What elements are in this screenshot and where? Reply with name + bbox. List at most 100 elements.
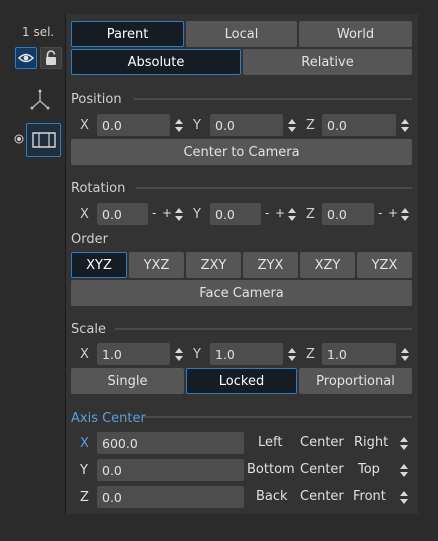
order-yzx[interactable]: YZX — [357, 252, 412, 278]
spin-down-icon — [400, 471, 408, 477]
axis-center-x-center[interactable]: Center — [300, 435, 344, 450]
spin-up-icon — [401, 347, 409, 353]
rotation-y-plus[interactable]: + — [275, 206, 285, 220]
position-z-spinner[interactable] — [399, 114, 411, 136]
position-x-field[interactable]: 0.0 — [97, 114, 170, 136]
axes-icon — [30, 89, 50, 110]
face-camera-button[interactable]: Face Camera — [71, 280, 412, 306]
order-zxy[interactable]: ZXY — [186, 252, 241, 278]
rotation-y-minus[interactable]: - — [265, 206, 269, 220]
tab-relative-label: Relative — [301, 54, 354, 70]
position-title: Position — [71, 92, 122, 107]
center-to-camera-button[interactable]: Center to Camera — [71, 139, 412, 165]
rotation-x-field[interactable]: 0.0 — [97, 203, 148, 225]
scale-z-spinner[interactable] — [399, 343, 411, 365]
scale-single-label: Single — [107, 373, 148, 389]
axis-center-x-spinner[interactable] — [398, 432, 410, 454]
face-camera-label: Face Camera — [199, 285, 284, 301]
axis-center-x-left[interactable]: Left — [258, 435, 282, 450]
rotation-z-field[interactable]: 0.0 — [322, 203, 374, 225]
axis-center-z-spinner[interactable] — [398, 486, 410, 508]
radio-icon[interactable] — [14, 134, 24, 144]
left-rail: 1 sel. — [0, 0, 66, 541]
order-xzy[interactable]: XZY — [300, 252, 355, 278]
order-xyz[interactable]: XYZ — [71, 252, 127, 278]
visibility-toggle[interactable] — [15, 47, 37, 69]
tab-local-label: Local — [224, 26, 259, 42]
tab-absolute[interactable]: Absolute — [71, 49, 241, 75]
spin-up-icon — [288, 118, 296, 124]
eye-icon — [18, 53, 34, 63]
axis-center-y-center[interactable]: Center — [300, 462, 344, 477]
spin-down-icon — [401, 215, 409, 221]
axis-center-x-right[interactable]: Right — [354, 435, 388, 450]
order-yxz[interactable]: YXZ — [129, 252, 184, 278]
tab-relative[interactable]: Relative — [243, 49, 412, 75]
spin-up-icon — [401, 207, 409, 213]
spin-down-icon — [175, 215, 183, 221]
scale-y-spinner[interactable] — [286, 343, 298, 365]
scale-x-spinner[interactable] — [173, 343, 185, 365]
axis-center-z-field[interactable]: 0.0 — [97, 486, 244, 508]
spin-down-icon — [401, 355, 409, 361]
spin-down-icon — [400, 444, 408, 450]
position-y-field[interactable]: 0.0 — [210, 114, 283, 136]
order-xyz-label: XYZ — [86, 257, 112, 273]
rotation-x-spinner[interactable] — [173, 203, 185, 225]
spin-down-icon — [401, 126, 409, 132]
position-z-label: Z — [306, 118, 315, 133]
lock-toggle[interactable] — [40, 47, 62, 69]
rotation-y-label: Y — [193, 207, 201, 222]
tab-world[interactable]: World — [299, 21, 412, 47]
scale-proportional-label: Proportional — [316, 373, 395, 389]
position-x-label: X — [80, 118, 89, 133]
spin-down-icon — [288, 215, 296, 221]
order-zyx-label: ZYX — [257, 257, 284, 273]
rotation-x-label: X — [80, 207, 89, 222]
tab-parent[interactable]: Parent — [71, 21, 184, 47]
tab-local[interactable]: Local — [186, 21, 297, 47]
axis-center-y-spinner[interactable] — [398, 459, 410, 481]
scale-z-field[interactable]: 1.0 — [322, 343, 396, 365]
rotation-x-minus[interactable]: - — [152, 206, 156, 220]
selection-count: 1 sel. — [22, 25, 55, 39]
spin-up-icon — [400, 490, 408, 496]
spin-down-icon — [175, 355, 183, 361]
position-y-spinner[interactable] — [286, 114, 298, 136]
axis-center-y-field[interactable]: 0.0 — [97, 459, 244, 481]
spin-down-icon — [288, 126, 296, 132]
rotation-z-plus[interactable]: + — [388, 206, 398, 220]
spin-up-icon — [175, 207, 183, 213]
rotation-x-plus[interactable]: + — [162, 206, 172, 220]
order-zyx[interactable]: ZYX — [243, 252, 298, 278]
position-z-field[interactable]: 0.0 — [322, 114, 396, 136]
axis-center-y-top[interactable]: Top — [358, 462, 380, 477]
rotation-z-spinner[interactable] — [399, 203, 411, 225]
scale-locked[interactable]: Locked — [186, 368, 297, 394]
rotation-y-spinner[interactable] — [286, 203, 298, 225]
scale-x-field[interactable]: 1.0 — [97, 343, 170, 365]
rotation-title: Rotation — [71, 181, 126, 196]
rotation-y-field[interactable]: 0.0 — [210, 203, 261, 225]
rotation-z-minus[interactable]: - — [378, 206, 382, 220]
spin-up-icon — [400, 436, 408, 442]
axis-center-y-bottom[interactable]: Bottom — [247, 462, 295, 477]
scale-proportional[interactable]: Proportional — [299, 368, 412, 394]
axis-center-x-label: X — [80, 436, 89, 451]
axis-center-z-center[interactable]: Center — [300, 489, 344, 504]
position-y-label: Y — [193, 118, 201, 133]
spin-up-icon — [401, 118, 409, 124]
lock-icon — [46, 50, 56, 65]
axis-center-z-back[interactable]: Back — [256, 489, 288, 504]
frame-button[interactable] — [26, 123, 61, 157]
scale-x-label: X — [80, 347, 89, 362]
axis-center-z-front[interactable]: Front — [353, 489, 386, 504]
position-x-spinner[interactable] — [173, 114, 185, 136]
scale-single[interactable]: Single — [71, 368, 184, 394]
spin-up-icon — [288, 207, 296, 213]
axis-center-x-field[interactable]: 600.0 — [97, 432, 244, 454]
scale-locked-label: Locked — [218, 373, 265, 389]
center-to-camera-label: Center to Camera — [183, 144, 300, 160]
scale-y-field[interactable]: 1.0 — [210, 343, 283, 365]
axis-center-title: Axis Center — [71, 411, 146, 426]
